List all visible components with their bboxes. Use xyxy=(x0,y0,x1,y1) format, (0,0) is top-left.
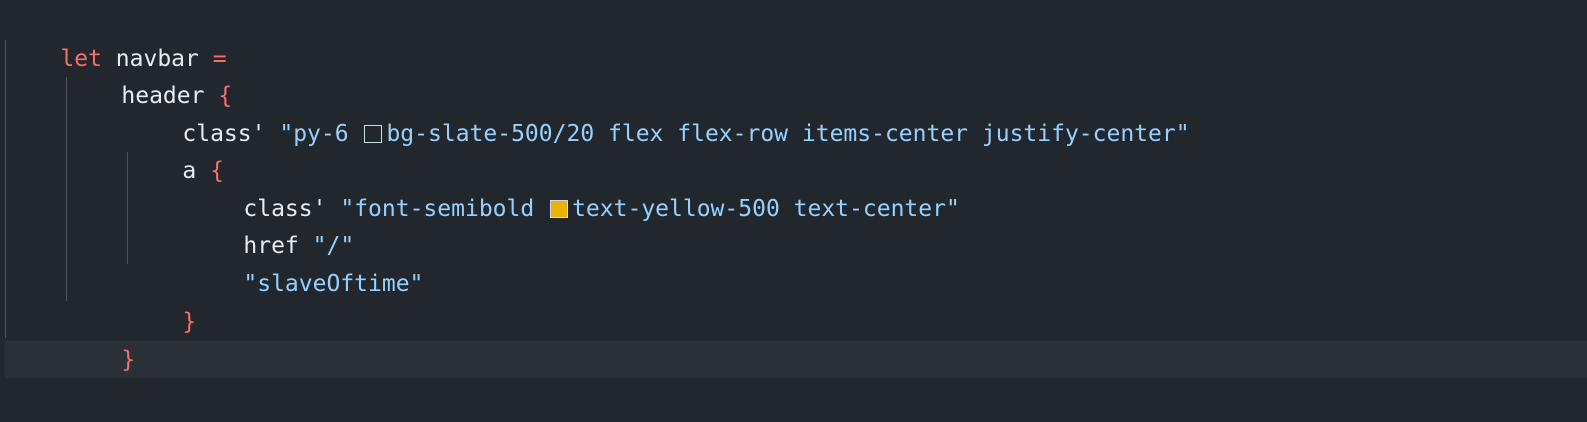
color-swatch-slate-icon[interactable] xyxy=(364,125,383,143)
code-line-4[interactable]: a { xyxy=(127,114,224,184)
code-line-5[interactable]: class' "font-semibold text-yellow-500 te… xyxy=(188,152,959,222)
code-line-2[interactable]: header { xyxy=(66,39,232,109)
string-class-start: "py-6 xyxy=(279,121,349,147)
string-class-rest: text-yellow-500 text-center" xyxy=(572,196,960,222)
code-line-3[interactable]: class' "py-6 bg-slate-500/20 flex flex-r… xyxy=(127,77,1189,147)
code-line-7[interactable]: "slaveOftime" xyxy=(188,227,423,297)
close-brace: } xyxy=(182,309,197,335)
code-line-8[interactable]: } xyxy=(127,265,196,335)
color-swatch-yellow-icon[interactable] xyxy=(550,200,569,218)
close-brace: } xyxy=(121,347,136,373)
code-line-1[interactable]: let navbar = xyxy=(5,2,226,72)
string-link-text: "slaveOftime" xyxy=(243,271,424,297)
current-line-highlight xyxy=(5,341,1587,378)
code-line-9[interactable]: } xyxy=(66,303,135,373)
string-class-start: "font-semibold xyxy=(340,196,535,222)
code-line-6[interactable]: href "/" xyxy=(188,189,354,259)
code-editor[interactable]: let navbar = header { class' "py-6 bg-sl… xyxy=(0,0,1587,422)
string-class-rest: bg-slate-500/20 flex flex-row items-cent… xyxy=(386,121,1190,147)
